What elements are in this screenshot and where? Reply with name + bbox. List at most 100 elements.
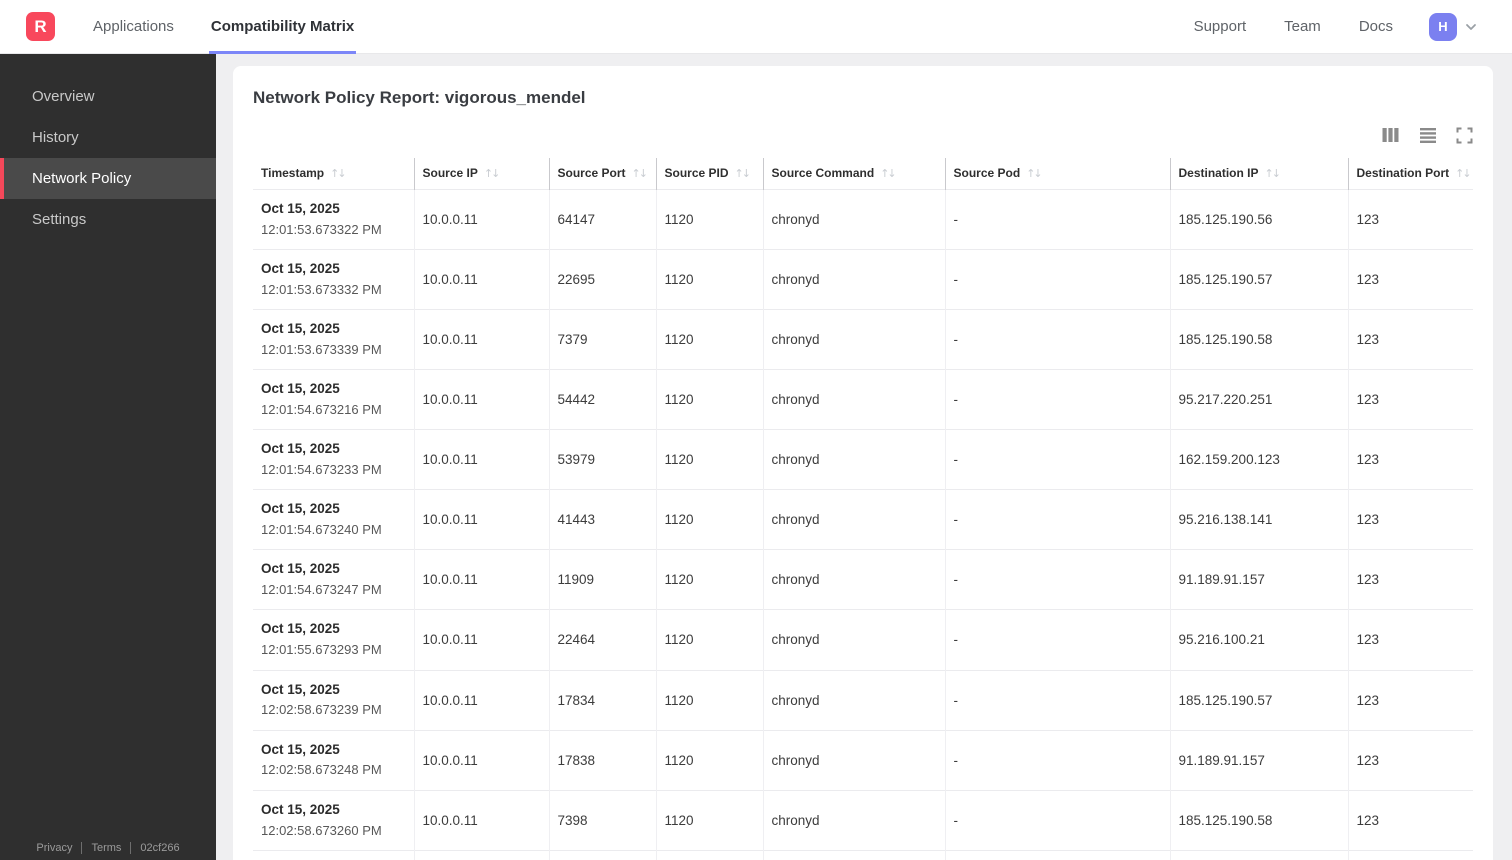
nav-link-docs[interactable]: Docs [1359, 18, 1393, 35]
cell-source-pod: - [944, 669, 1170, 731]
sidebar-footer: Privacy Terms 02cf266 [0, 842, 216, 854]
cell-source-ip: 10.0.0.11 [413, 489, 549, 550]
cell-source-port: 41443 [548, 489, 656, 550]
cell-source-pid: 1120 [655, 249, 763, 310]
cell-source-ip: 10.0.0.11 [413, 369, 549, 430]
sidebar-item-network-policy[interactable]: Network Policy [0, 158, 216, 199]
cell-source-port: 22464 [548, 609, 656, 670]
tab-compatibility-matrix[interactable]: Compatibility Matrix [208, 0, 357, 54]
cell-source-ip: 10.0.0.11 [413, 669, 549, 731]
cell-source-port: 53979 [548, 429, 656, 490]
cell-source-pod: - [944, 549, 1170, 610]
cell-timestamp: Oct 15, 2025 12:01:55.673293 PM [253, 609, 414, 670]
columns-icon[interactable] [1381, 126, 1400, 144]
cell-source-pid: 1120 [655, 369, 763, 430]
cell-source-pod: - [944, 249, 1170, 310]
cell-timestamp: Oct 15, 2025 12:01:54.673216 PM [253, 369, 414, 430]
cell-source-command: chronyd [762, 309, 945, 370]
build-version: 02cf266 [140, 842, 180, 854]
cell-destination-port: 123 [1347, 609, 1473, 670]
cell-source-pid: 1120 [655, 669, 763, 731]
chevron-down-icon[interactable] [1464, 20, 1478, 34]
cell-source-ip: 10.0.0.11 [413, 609, 549, 670]
fullscreen-icon[interactable] [1456, 127, 1473, 144]
cell-source-ip: 10.0.0.11 [413, 249, 549, 310]
cell-destination-ip: 95.216.138.141 [1169, 489, 1348, 550]
sidebar-item-history[interactable]: History [0, 117, 216, 158]
col-header-timestamp[interactable]: Timestamp ↑↓ [253, 158, 414, 190]
avatar[interactable]: H [1429, 12, 1457, 41]
terms-link[interactable]: Terms [91, 842, 121, 854]
cell-source-pod: - [944, 369, 1170, 430]
cell-source-pod: - [944, 309, 1170, 370]
network-policy-table: Timestamp ↑↓ Source IP ↑↓ Source Port ↑↓ So… [253, 158, 1473, 860]
cell-destination-ip: 91.189.91.157 [1169, 729, 1348, 791]
cell-source-command: chronyd [762, 669, 945, 731]
nav-link-support[interactable]: Support [1194, 18, 1247, 35]
cell-timestamp: Oct 15, 2025 12:01:54.673240 PM [253, 489, 414, 550]
cell-source-command: chronyd [762, 549, 945, 610]
cell-destination-ip: 95.216.100.21 [1169, 609, 1348, 670]
col-header-source-ip[interactable]: Source IP ↑↓ [413, 158, 549, 190]
col-header-destination-ip[interactable]: Destination IP ↑↓ [1169, 158, 1348, 190]
cell-source-command: chronyd [762, 789, 945, 851]
cell-source-pid: 1120 [655, 188, 763, 250]
cell-source-pid: 1120 [655, 309, 763, 370]
cell-destination-port: 123 [1347, 549, 1473, 610]
privacy-link[interactable]: Privacy [36, 842, 72, 854]
cell-timestamp: Oct 15, 2025 12:02:58.673267 PM [253, 849, 414, 860]
col-header-source-pid[interactable]: Source PID ↑↓ [655, 158, 763, 190]
cell-source-pid: 1120 [655, 789, 763, 851]
col-header-source-port[interactable]: Source Port ↑↓ [548, 158, 656, 190]
cell-timestamp: Oct 15, 2025 12:02:58.673248 PM [253, 729, 414, 791]
navbar-right: Support Team Docs H [1156, 12, 1478, 41]
sort-icon: ↑↓ [1264, 167, 1282, 180]
table-row: Oct 15, 2025 12:01:54.673247 PM 10.0.0.1… [253, 549, 1473, 610]
cell-source-command: chronyd [762, 429, 945, 490]
cell-source-ip: 10.0.0.11 [413, 789, 549, 851]
table-row: Oct 15, 2025 12:01:53.673332 PM 10.0.0.1… [253, 249, 1473, 310]
col-header-source-command[interactable]: Source Command ↑↓ [762, 158, 945, 190]
sort-icon: ↑↓ [631, 167, 649, 180]
rows-icon[interactable] [1419, 126, 1437, 144]
table-row: Oct 15, 2025 12:01:54.673216 PM 10.0.0.1… [253, 369, 1473, 430]
sidebar-item-overview[interactable]: Overview [0, 76, 216, 117]
cell-timestamp: Oct 15, 2025 12:01:54.673233 PM [253, 429, 414, 490]
cell-source-port: 7379 [548, 309, 656, 370]
cell-source-port: 28071 [548, 849, 656, 860]
tab-applications[interactable]: Applications [91, 0, 176, 54]
cell-destination-port: 123 [1347, 369, 1473, 430]
table-row: Oct 15, 2025 12:02:58.673239 PM 10.0.0.1… [253, 669, 1473, 731]
page-title: Network Policy Report: vigorous_mendel [253, 88, 586, 107]
cell-source-command: chronyd [762, 188, 945, 250]
cell-source-command: chronyd [762, 489, 945, 550]
cell-timestamp: Oct 15, 2025 12:01:54.673247 PM [253, 549, 414, 610]
col-header-source-pod[interactable]: Source Pod ↑↓ [944, 158, 1170, 190]
cell-source-command: chronyd [762, 369, 945, 430]
cell-source-ip: 10.0.0.11 [413, 729, 549, 791]
cell-destination-port: 123 [1347, 669, 1473, 731]
cell-destination-port: 123 [1347, 309, 1473, 370]
app-logo[interactable]: R [26, 12, 55, 41]
sort-icon: ↑↓ [483, 167, 501, 180]
sort-icon: ↑↓ [1026, 167, 1043, 180]
cell-source-port: 17838 [548, 729, 656, 791]
cell-source-pod: - [944, 489, 1170, 550]
sidebar-item-settings[interactable]: Settings [0, 199, 216, 240]
table-toolbar [253, 126, 1473, 144]
cell-source-command: chronyd [762, 729, 945, 791]
table-row: Oct 15, 2025 12:01:54.673233 PM 10.0.0.1… [253, 429, 1473, 490]
app-logo-letter: R [34, 16, 47, 36]
nav-link-team[interactable]: Team [1284, 18, 1321, 35]
cell-source-pid: 1120 [655, 429, 763, 490]
table-row: Oct 15, 2025 12:02:58.673267 PM 10.0.0.1… [253, 849, 1473, 860]
col-header-destination-port[interactable]: Destination Port ↑↓ [1347, 158, 1473, 190]
top-navbar: R Applications Compatibility Matrix Supp… [0, 0, 1512, 54]
main-area: Network Policy Report: vigorous_mendel T… [216, 54, 1512, 860]
report-card: Network Policy Report: vigorous_mendel T… [233, 66, 1493, 860]
cell-source-port: 17834 [548, 669, 656, 731]
cell-timestamp: Oct 15, 2025 12:01:53.673332 PM [253, 249, 414, 310]
cell-source-ip: 10.0.0.11 [413, 429, 549, 490]
cell-destination-port: 123 [1347, 789, 1473, 851]
avatar-initial: H [1438, 19, 1448, 34]
